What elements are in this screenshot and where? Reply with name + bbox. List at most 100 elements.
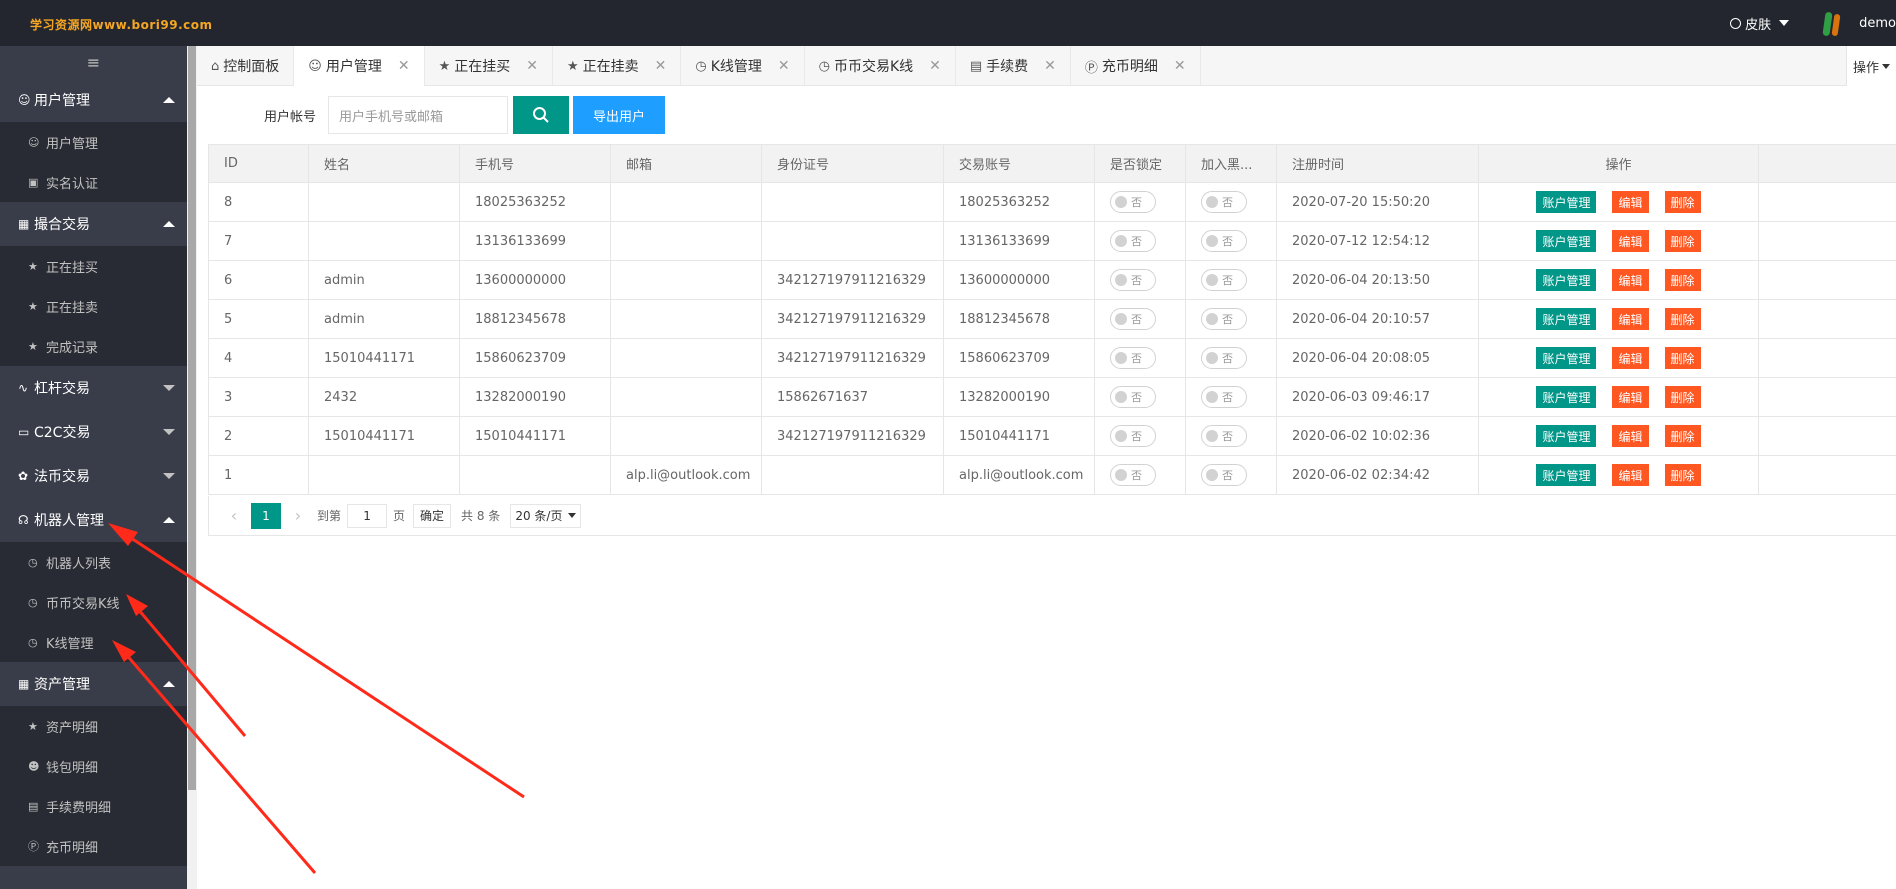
close-icon[interactable]: ✕	[1174, 58, 1186, 74]
column-header[interactable]: 加入黑...	[1186, 145, 1277, 182]
blacklist-toggle[interactable]: 否	[1201, 464, 1247, 486]
sidebar-item-kline-manage[interactable]: ◷ K线管理	[0, 622, 187, 662]
sidebar-group-match[interactable]: ▦ 撮合交易	[0, 202, 187, 246]
account-manage-button[interactable]: 账户管理	[1536, 386, 1597, 408]
column-header[interactable]: 姓名	[309, 145, 460, 182]
sidebar-group-fiat[interactable]: ✿ 法币交易	[0, 454, 187, 498]
close-icon[interactable]: ✕	[526, 58, 538, 74]
column-header[interactable]: 注册时间	[1277, 145, 1479, 182]
sidebar-item-realname[interactable]: ▣ 实名认证	[0, 162, 187, 202]
current-page[interactable]: 1	[251, 502, 281, 529]
page-size-select[interactable]: 20 条/页	[510, 503, 582, 528]
delete-button[interactable]: 删除	[1664, 347, 1701, 369]
export-users-button[interactable]: 导出用户	[573, 96, 665, 134]
account-manage-button[interactable]: 账户管理	[1536, 308, 1597, 330]
tab-user-manage[interactable]: ☺ 用户管理 ✕	[294, 46, 425, 86]
blacklist-toggle[interactable]: 否	[1201, 269, 1247, 291]
confirm-button[interactable]: 确定	[413, 503, 452, 528]
edit-button[interactable]: 编辑	[1612, 230, 1649, 252]
account-manage-button[interactable]: 账户管理	[1536, 230, 1597, 252]
tab-kline[interactable]: ◷ K线管理 ✕	[681, 46, 805, 86]
lock-toggle[interactable]: 否	[1110, 464, 1156, 486]
delete-button[interactable]: 删除	[1664, 425, 1701, 447]
table-row[interactable]: 4 15010441171 15860623709 34212719791121632…	[208, 339, 1896, 378]
table-row[interactable]: 5 admin 18812345678 342127197911216329 18812…	[208, 300, 1896, 339]
tab-fee[interactable]: ▤ 手续费 ✕	[956, 46, 1071, 86]
scrollbar-thumb[interactable]	[188, 46, 196, 790]
table-row[interactable]: 6 admin 13600000000 342127197911216329 13600…	[208, 261, 1896, 300]
delete-button[interactable]: 删除	[1664, 269, 1701, 291]
blacklist-toggle[interactable]: 否	[1201, 386, 1247, 408]
tab-coin-kline[interactable]: ◷ 币币交易K线 ✕	[805, 46, 956, 86]
sidebar-item-buying[interactable]: ★ 正在挂买	[0, 246, 187, 286]
lock-toggle[interactable]: 否	[1110, 386, 1156, 408]
avatar[interactable]	[1819, 9, 1848, 37]
lock-toggle[interactable]: 否	[1110, 308, 1156, 330]
tab-buying[interactable]: ★ 正在挂买 ✕	[425, 46, 553, 86]
lock-toggle[interactable]: 否	[1110, 425, 1156, 447]
sidebar-toggle[interactable]: ≡	[0, 46, 187, 78]
page-input[interactable]: 1	[347, 503, 388, 528]
column-header[interactable]: 手机号	[460, 145, 611, 182]
sidebar-group-user[interactable]: ☺ 用户管理	[0, 78, 187, 122]
blacklist-toggle[interactable]: 否	[1201, 230, 1247, 252]
sidebar-item-user-manage[interactable]: ☺ 用户管理	[0, 122, 187, 162]
edit-button[interactable]: 编辑	[1612, 386, 1649, 408]
sidebar-item-deposit-detail[interactable]: Ⓟ 充币明细	[0, 826, 187, 866]
lock-toggle[interactable]: 否	[1110, 269, 1156, 291]
sidebar-item-coin-kline[interactable]: ◷ 币币交易K线	[0, 582, 187, 622]
blacklist-toggle[interactable]: 否	[1201, 425, 1247, 447]
table-row[interactable]: 2 15010441171 15010441171 34212719791121632…	[208, 417, 1896, 456]
sidebar-item-selling[interactable]: ★ 正在挂卖	[0, 286, 187, 326]
lock-toggle[interactable]: 否	[1110, 191, 1156, 213]
sidebar-item-completed[interactable]: ★ 完成记录	[0, 326, 187, 366]
tab-deposit[interactable]: Ⓟ 充币明细 ✕	[1071, 46, 1201, 86]
tab-ops-button[interactable]: 操作	[1846, 46, 1896, 86]
table-row[interactable]: 7 13136133699 13136133699 否 否 2020-07-12 12:5…	[208, 222, 1896, 261]
sidebar-item-robot-list[interactable]: ◷ 机器人列表	[0, 542, 187, 582]
sidebar-group-leverage[interactable]: ∿ 杠杆交易	[0, 366, 187, 410]
search-button[interactable]	[513, 96, 569, 134]
account-manage-button[interactable]: 账户管理	[1536, 425, 1597, 447]
lock-toggle[interactable]: 否	[1110, 347, 1156, 369]
table-row[interactable]: 3 2432 13282000190 15862671637 13282000190 否否…	[208, 378, 1896, 417]
close-icon[interactable]: ✕	[398, 58, 410, 74]
edit-button[interactable]: 编辑	[1612, 425, 1649, 447]
user-name[interactable]: demo	[1859, 16, 1896, 31]
search-input[interactable]: 用户手机号或邮箱	[328, 96, 508, 134]
sidebar-scrollbar[interactable]	[187, 46, 197, 889]
table-row[interactable]: 8 18025363252 18025363252 否 否 2020-07-20 15:5…	[208, 183, 1896, 222]
blacklist-toggle[interactable]: 否	[1201, 191, 1247, 213]
prev-page-icon[interactable]: ‹	[221, 506, 247, 525]
column-header[interactable]: 邮箱	[611, 145, 762, 182]
close-icon[interactable]: ✕	[655, 58, 667, 74]
delete-button[interactable]: 删除	[1664, 386, 1701, 408]
skin-menu[interactable]: 皮肤	[1730, 14, 1790, 33]
lock-toggle[interactable]: 否	[1110, 230, 1156, 252]
sidebar-item-fee-detail[interactable]: ▤ 手续费明细	[0, 786, 187, 826]
delete-button[interactable]: 删除	[1664, 308, 1701, 330]
column-header[interactable]: 身份证号	[762, 145, 944, 182]
account-manage-button[interactable]: 账户管理	[1536, 191, 1597, 213]
sidebar-group-c2c[interactable]: ▭ C2C交易	[0, 410, 187, 454]
account-manage-button[interactable]: 账户管理	[1536, 347, 1597, 369]
close-icon[interactable]: ✕	[778, 58, 790, 74]
sidebar-group-asset[interactable]: ▦ 资产管理	[0, 662, 187, 706]
sidebar-item-wallet-detail[interactable]: ☻ 钱包明细	[0, 746, 187, 786]
next-page-icon[interactable]: ›	[285, 506, 311, 525]
close-icon[interactable]: ✕	[1044, 58, 1056, 74]
delete-button[interactable]: 删除	[1664, 191, 1701, 213]
column-header[interactable]: 操作	[1479, 145, 1759, 182]
table-row[interactable]: 1 alp.li@outlook.com alp.li@outlook.com 否 否 2…	[208, 456, 1896, 495]
edit-button[interactable]: 编辑	[1612, 308, 1649, 330]
blacklist-toggle[interactable]: 否	[1201, 347, 1247, 369]
edit-button[interactable]: 编辑	[1612, 347, 1649, 369]
tab-selling[interactable]: ★ 正在挂卖 ✕	[553, 46, 682, 86]
blacklist-toggle[interactable]: 否	[1201, 308, 1247, 330]
edit-button[interactable]: 编辑	[1612, 464, 1649, 486]
edit-button[interactable]: 编辑	[1612, 191, 1649, 213]
edit-button[interactable]: 编辑	[1612, 269, 1649, 291]
column-header[interactable]: ID	[208, 145, 309, 182]
delete-button[interactable]: 删除	[1664, 464, 1701, 486]
column-header[interactable]: 是否锁定	[1095, 145, 1186, 182]
